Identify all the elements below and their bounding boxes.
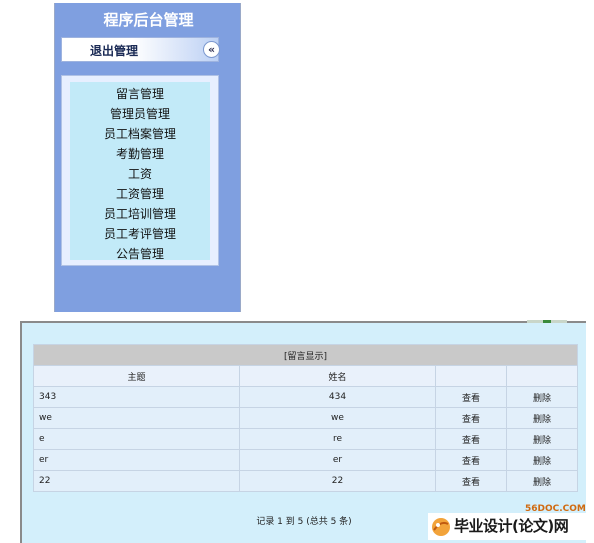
delete-link[interactable]: 删除	[507, 429, 577, 449]
view-link[interactable]: 查看	[436, 387, 506, 407]
header-delete-empty	[507, 366, 577, 386]
message-table: [留言显示] 主题 姓名 343 434 查看 删除 we we 查看 删除 e…	[33, 344, 578, 492]
delete-link[interactable]: 删除	[507, 387, 577, 407]
view-link[interactable]: 查看	[436, 408, 506, 428]
frame-marker-accent	[543, 320, 551, 323]
header-subject: 主题	[34, 366, 239, 386]
menu-frame: 留言管理 管理员管理 员工档案管理 考勤管理 工资 工资管理 员工培训管理 员工…	[61, 75, 219, 266]
cell-subject: 22	[34, 471, 239, 491]
table-row: 343 434 查看 删除	[34, 387, 577, 407]
menu-item-messages[interactable]: 留言管理	[70, 84, 210, 104]
logout-label: 退出管理	[90, 44, 139, 58]
menu-list: 留言管理 管理员管理 员工档案管理 考勤管理 工资 工资管理 员工培训管理 员工…	[70, 82, 210, 264]
menu-item-evaluation[interactable]: 员工考评管理	[70, 224, 210, 244]
frame-marker	[527, 320, 567, 323]
header-view-empty	[436, 366, 506, 386]
table-caption-row: [留言显示]	[34, 345, 577, 365]
delete-link[interactable]: 删除	[507, 450, 577, 470]
table-caption: [留言显示]	[34, 345, 577, 365]
table-row: e re 查看 删除	[34, 429, 577, 449]
view-link[interactable]: 查看	[436, 471, 506, 491]
cell-name: er	[240, 450, 435, 470]
table-header-row: 主题 姓名	[34, 366, 577, 386]
menu-item-employee-records[interactable]: 员工档案管理	[70, 124, 210, 144]
cell-subject: we	[34, 408, 239, 428]
watermark-text: 毕业设计(论文)网	[454, 517, 569, 535]
view-link[interactable]: 查看	[436, 450, 506, 470]
cell-subject: 343	[34, 387, 239, 407]
cell-name: 434	[240, 387, 435, 407]
cell-subject: e	[34, 429, 239, 449]
main-panel: [留言显示] 主题 姓名 343 434 查看 删除 we we 查看 删除 e…	[20, 320, 586, 543]
cell-name: 22	[240, 471, 435, 491]
table-row: 22 22 查看 删除	[34, 471, 577, 491]
header-name: 姓名	[240, 366, 435, 386]
menu-item-attendance[interactable]: 考勤管理	[70, 144, 210, 164]
menu-item-salary[interactable]: 工资	[70, 164, 210, 184]
menu-item-training[interactable]: 员工培训管理	[70, 204, 210, 224]
watermark: 毕业设计(论文)网	[428, 513, 594, 540]
view-link[interactable]: 查看	[436, 429, 506, 449]
table-row: er er 查看 删除	[34, 450, 577, 470]
cell-name: we	[240, 408, 435, 428]
delete-link[interactable]: 删除	[507, 471, 577, 491]
cell-subject: er	[34, 450, 239, 470]
logout-button[interactable]: 退出管理 «	[61, 37, 220, 62]
menu-item-salary-management[interactable]: 工资管理	[70, 184, 210, 204]
menu-item-announcements[interactable]: 公告管理	[70, 244, 210, 264]
double-chevron-left-icon[interactable]: «	[203, 41, 220, 58]
delete-link[interactable]: 删除	[507, 408, 577, 428]
cell-name: re	[240, 429, 435, 449]
watermark-logo-icon	[432, 518, 450, 536]
sidebar: 程序后台管理 退出管理 « 留言管理 管理员管理 员工档案管理 考勤管理 工资 …	[54, 3, 241, 312]
sidebar-title: 程序后台管理	[103, 11, 194, 29]
menu-panel: 留言管理 管理员管理 员工档案管理 考勤管理 工资 工资管理 员工培训管理 员工…	[70, 82, 210, 261]
table-row: we we 查看 删除	[34, 408, 577, 428]
menu-item-admins[interactable]: 管理员管理	[70, 104, 210, 124]
